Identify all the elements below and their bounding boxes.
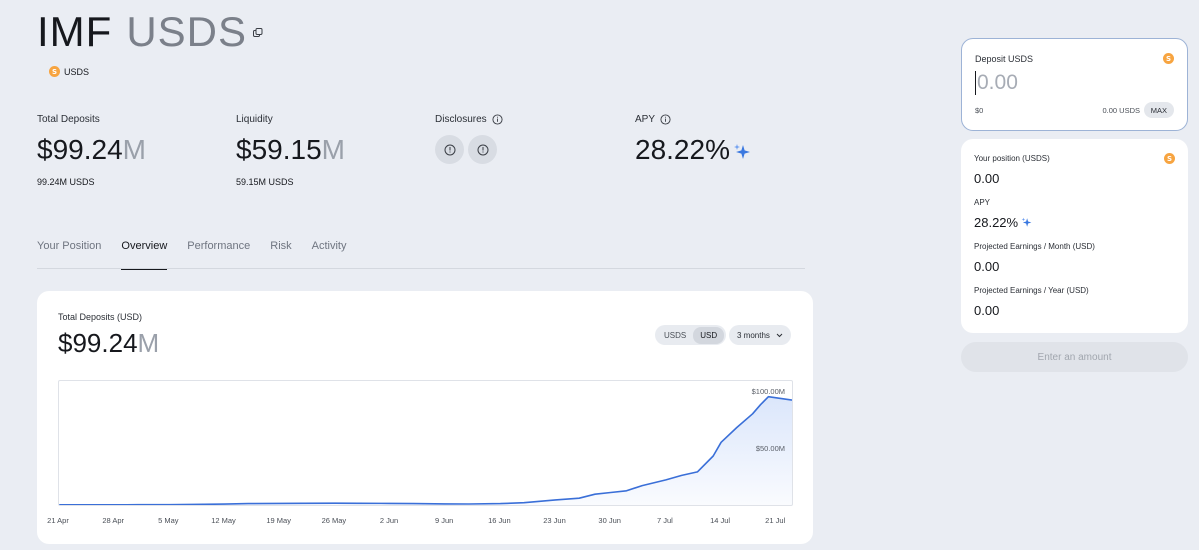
toggle-usd[interactable]: USD bbox=[693, 326, 725, 344]
x-tick-label: 19 May bbox=[266, 516, 291, 525]
stat-label: Liquidity bbox=[236, 114, 273, 125]
stat-label-row: APY bbox=[635, 114, 751, 125]
stat-amount: 28.22% bbox=[635, 134, 730, 165]
deposits-chart: $100.00M $50.00M bbox=[59, 387, 792, 505]
disclosure-button[interactable] bbox=[468, 135, 497, 164]
stat-label: Total Deposits bbox=[37, 114, 100, 125]
chart-plot: $100.00M $50.00M bbox=[58, 380, 793, 506]
x-tick-label: 28 Apr bbox=[102, 516, 125, 525]
stat-amount: $59.15 bbox=[236, 134, 322, 165]
stat-sub: 59.15M USDS bbox=[236, 177, 294, 187]
position-label: Projected Earnings / Month (USD) bbox=[974, 242, 1095, 251]
position-label: Projected Earnings / Year (USD) bbox=[974, 286, 1089, 295]
usds-coin-icon: S bbox=[1163, 53, 1174, 64]
tab-performance[interactable]: Performance bbox=[187, 240, 250, 269]
chart-amount: $99.24 bbox=[58, 328, 138, 358]
yearly-earnings-row: Projected Earnings / Year (USD) 0.00 bbox=[974, 286, 1089, 318]
vault-symbol: USDS bbox=[126, 8, 248, 55]
y-axis-label: $50.00M bbox=[756, 444, 785, 453]
position-label: Your position (USDS) bbox=[974, 154, 1050, 163]
info-icon[interactable] bbox=[492, 114, 503, 125]
apy-value: 28.22% bbox=[974, 215, 1019, 230]
stat-amount: $99.24 bbox=[37, 134, 123, 165]
currency-toggle: USDS USD bbox=[655, 325, 727, 345]
x-tick-label: 14 Jul bbox=[710, 516, 731, 525]
usds-coin-icon: S bbox=[1164, 153, 1175, 164]
monthly-earnings-row: Projected Earnings / Month (USD) 0.00 bbox=[974, 242, 1095, 274]
stat-disclosures: Disclosures bbox=[435, 114, 503, 164]
stat-value: $99.24M bbox=[37, 134, 146, 166]
position-value: 0.00 bbox=[974, 303, 1000, 318]
chart-card: Total Deposits (USD) $99.24M USDS USD 3 … bbox=[37, 291, 813, 544]
deposit-title: Deposit USDS bbox=[975, 54, 1034, 64]
vault-name: IMF bbox=[37, 8, 113, 55]
range-select[interactable]: 3 months bbox=[729, 325, 791, 345]
chevron-down-icon bbox=[776, 333, 783, 337]
alert-icon bbox=[477, 144, 488, 155]
chart-unit: M bbox=[137, 328, 160, 358]
disclosure-buttons bbox=[435, 135, 503, 164]
x-tick-label: 12 May bbox=[211, 516, 236, 525]
sparkle-icon bbox=[733, 143, 750, 159]
stat-liquidity: Liquidity $59.15M 59.15M USDS bbox=[236, 114, 345, 187]
page-title: IMF USDS bbox=[37, 8, 247, 56]
x-axis: 21 Apr 28 Apr 5 May 12 May 19 May 26 May 2 Jun… bbox=[47, 516, 793, 528]
stat-unit: M bbox=[122, 134, 146, 165]
y-axis-label: $100.00M bbox=[752, 387, 785, 396]
chart-area bbox=[59, 396, 792, 505]
stat-label: Disclosures bbox=[435, 114, 487, 125]
deposit-card: Deposit USDS S $0 0.00 USDS MAX bbox=[961, 38, 1188, 131]
disclosure-button[interactable] bbox=[435, 135, 464, 164]
wallet-balance: 0.00 USDS bbox=[1102, 106, 1140, 115]
stat-value: $59.15M bbox=[236, 134, 345, 166]
x-tick-label: 9 Jun bbox=[435, 516, 454, 525]
x-tick-label: 7 Jul bbox=[656, 516, 673, 525]
stat-total-deposits: Total Deposits $99.24M 99.24M USDS bbox=[37, 114, 146, 187]
info-icon[interactable] bbox=[660, 114, 671, 125]
tab-activity[interactable]: Activity bbox=[312, 240, 347, 269]
token-chip-label: USDS bbox=[64, 66, 90, 77]
copy-icon[interactable] bbox=[252, 27, 264, 39]
deposit-amount-input[interactable] bbox=[975, 71, 1135, 95]
x-tick-label: 26 May bbox=[321, 516, 347, 525]
position-value: 0.00 bbox=[974, 171, 1000, 186]
tab-your-position[interactable]: Your Position bbox=[37, 240, 101, 269]
chart-value: $99.24M bbox=[58, 328, 159, 359]
x-tick-label: 2 Jun bbox=[379, 516, 399, 525]
max-button[interactable]: MAX bbox=[1143, 102, 1174, 118]
stat-value: 28.22% bbox=[635, 134, 751, 166]
token-chip[interactable]: S USDS bbox=[49, 66, 89, 77]
position-row: Your position (USDS) 0.00 bbox=[974, 154, 1050, 186]
x-tick-label: 30 Jun bbox=[598, 516, 621, 525]
toggle-usds[interactable]: USDS bbox=[657, 327, 693, 344]
position-card: S Your position (USDS) 0.00 APY 28.22% P… bbox=[961, 139, 1188, 333]
x-tick-label: 16 Jun bbox=[488, 516, 511, 525]
x-tick-label: 23 Jun bbox=[543, 516, 566, 525]
x-tick-label: 21 Jul bbox=[765, 516, 786, 525]
chart-label: Total Deposits (USD) bbox=[58, 312, 143, 322]
tab-risk[interactable]: Risk bbox=[270, 240, 291, 269]
stat-apy: APY 28.22% bbox=[635, 114, 751, 166]
stat-label: APY bbox=[635, 114, 656, 125]
tab-bar: Your Position Overview Performance Risk … bbox=[37, 240, 805, 270]
sparkle-icon bbox=[1021, 217, 1032, 227]
stat-unit: M bbox=[321, 134, 345, 165]
range-select-value: 3 months bbox=[737, 330, 770, 340]
position-label: APY bbox=[974, 198, 991, 207]
position-value: 0.00 bbox=[974, 259, 1000, 274]
tab-overview[interactable]: Overview bbox=[121, 240, 167, 270]
usds-coin-icon: S bbox=[49, 66, 60, 77]
alert-icon bbox=[444, 144, 455, 155]
position-value-row: 28.22% bbox=[974, 215, 1032, 230]
submit-deposit-button[interactable]: Enter an amount bbox=[961, 342, 1188, 372]
x-tick-label: 5 May bbox=[158, 516, 179, 525]
apy-row: APY 28.22% bbox=[974, 198, 1032, 230]
stat-label-row: Disclosures bbox=[435, 114, 503, 125]
stat-sub: 99.24M USDS bbox=[37, 177, 95, 187]
x-tick-label: 21 Apr bbox=[47, 516, 69, 525]
deposit-usd-value: $0 bbox=[975, 106, 984, 115]
